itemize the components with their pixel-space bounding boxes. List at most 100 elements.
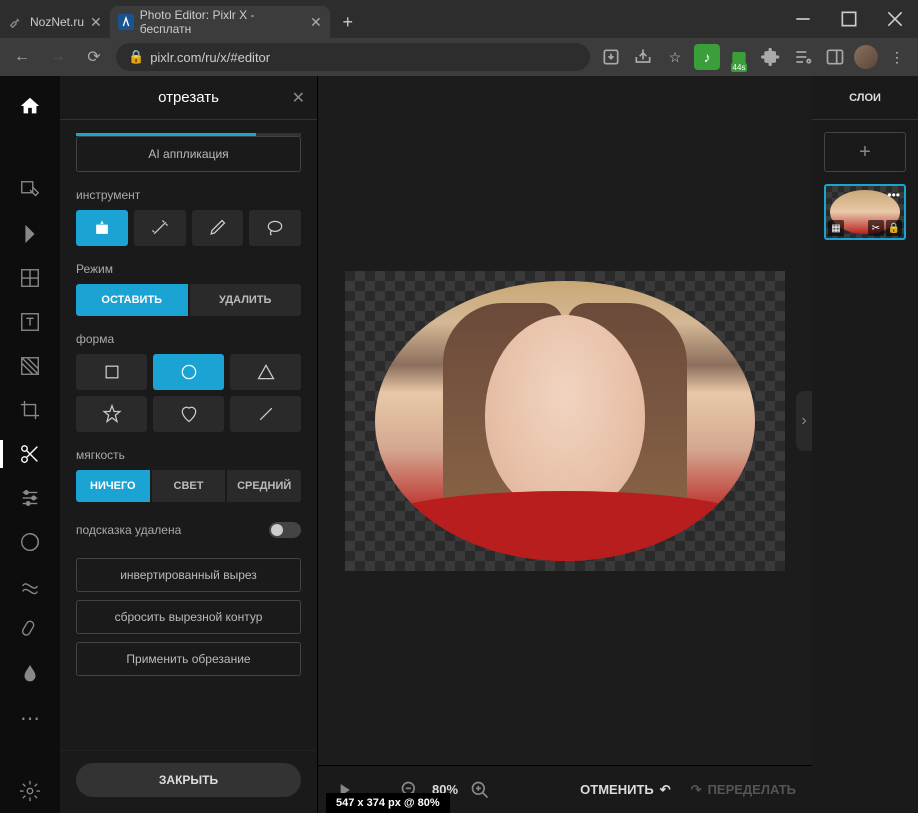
profile-avatar[interactable] xyxy=(854,45,878,69)
adjust-tool[interactable] xyxy=(0,476,60,520)
shape-heart-button[interactable] xyxy=(153,396,224,432)
invert-cut-button[interactable]: инвертированный вырез xyxy=(76,558,301,592)
mode-label: Режим xyxy=(76,262,301,276)
panel-icon[interactable] xyxy=(822,44,848,70)
canvas-viewport[interactable]: › xyxy=(318,76,812,765)
url-text: pixlr.com/ru/x/#editor xyxy=(150,50,270,65)
browser-tabs: NozNet.ru ✕ Photo Editor: Pixlr X - бесп… xyxy=(0,0,780,38)
more-tool[interactable]: ⋯ xyxy=(0,696,60,740)
layout-tool[interactable] xyxy=(0,256,60,300)
layers-panel: СЛОИ + ••• ▦ ✂ 🔒 xyxy=(812,76,918,813)
softness-none-button[interactable]: НИЧЕГО xyxy=(76,470,150,502)
canvas-info: 547 x 374 px @ 80% xyxy=(326,793,450,813)
filter-tool[interactable] xyxy=(0,520,60,564)
shape-cutout-tool[interactable] xyxy=(76,210,128,246)
install-icon[interactable] xyxy=(598,44,624,70)
shape-triangle-button[interactable] xyxy=(230,354,301,390)
hint-toggle-row: подсказка удалена xyxy=(76,522,301,538)
scissors-icon: ✂ xyxy=(868,220,884,236)
redo-button[interactable]: ↷ ПЕРЕДЕЛАТЬ xyxy=(691,782,796,798)
back-button[interactable]: ← xyxy=(8,43,36,71)
close-icon[interactable]: ✕ xyxy=(90,14,102,31)
browser-titlebar: NozNet.ru ✕ Photo Editor: Pixlr X - бесп… xyxy=(0,0,918,38)
url-input[interactable]: 🔒 pixlr.com/ru/x/#editor xyxy=(116,43,590,71)
shape-label: форма xyxy=(76,332,301,346)
reload-button[interactable]: ⟳ xyxy=(80,43,108,71)
tab-noznet[interactable]: NozNet.ru ✕ xyxy=(0,6,110,38)
zoom-in-button[interactable] xyxy=(470,780,490,800)
lock-icon: 🔒 xyxy=(886,220,902,236)
image-icon: ▦ xyxy=(828,220,844,236)
add-layer-button[interactable]: + xyxy=(824,132,906,172)
panel-title: отрезать xyxy=(158,89,219,106)
lasso-cutout-tool[interactable] xyxy=(249,210,301,246)
crop-tool[interactable] xyxy=(0,388,60,432)
tab-label: NozNet.ru xyxy=(30,15,84,29)
tab-pixlr[interactable]: Photo Editor: Pixlr X - бесплатн ✕ xyxy=(110,6,330,38)
forward-button[interactable]: → xyxy=(44,43,72,71)
softness-medium-button[interactable]: СРЕДНИЙ xyxy=(227,470,301,502)
tool-rail: ⋯ xyxy=(0,76,60,813)
brush-cutout-tool[interactable] xyxy=(192,210,244,246)
shape-square-button[interactable] xyxy=(76,354,147,390)
arrange-tool[interactable] xyxy=(0,168,60,212)
instrument-label: инструмент xyxy=(76,188,301,202)
playlist-icon[interactable] xyxy=(790,44,816,70)
hint-removed-label: подсказка удалена xyxy=(76,523,181,537)
softness-label: мягкость xyxy=(76,448,301,462)
ai-application-button[interactable]: AI аппликация xyxy=(76,136,301,172)
panel-body: AI аппликация инструмент Режим ОСТАВИТЬ … xyxy=(60,120,317,750)
mode-keep-button[interactable]: ОСТАВИТЬ xyxy=(76,284,188,316)
extension-icons: ☆ ♪ 44s ⋮ xyxy=(598,44,910,70)
close-panel-button[interactable]: ЗАКРЫТЬ xyxy=(76,763,301,797)
panel-header: отрезать ✕ xyxy=(60,76,317,120)
text-tool[interactable] xyxy=(0,300,60,344)
shape-line-button[interactable] xyxy=(230,396,301,432)
settings-button[interactable] xyxy=(0,769,60,813)
close-icon[interactable]: ✕ xyxy=(310,14,322,31)
extensions-icon[interactable] xyxy=(758,44,784,70)
magic-wand-tool[interactable] xyxy=(134,210,186,246)
panel-close-button[interactable]: ✕ xyxy=(292,88,305,108)
hint-toggle[interactable] xyxy=(269,522,301,538)
layers-title: СЛОИ xyxy=(812,76,918,120)
maximize-button[interactable] xyxy=(826,3,872,35)
wrench-icon xyxy=(8,14,24,30)
lock-icon: 🔒 xyxy=(128,49,144,65)
photo-oval xyxy=(375,281,755,561)
layer-thumbnail[interactable]: ••• ▦ ✂ 🔒 xyxy=(824,184,906,240)
share-icon[interactable] xyxy=(630,44,656,70)
home-button[interactable] xyxy=(0,84,60,128)
menu-icon[interactable]: ⋮ xyxy=(884,44,910,70)
shape-star-button[interactable] xyxy=(76,396,147,432)
mode-remove-button[interactable]: УДАЛИТЬ xyxy=(190,284,302,316)
fill-tool[interactable] xyxy=(0,344,60,388)
new-tab-button[interactable]: + xyxy=(334,8,362,36)
star-icon[interactable]: ☆ xyxy=(662,44,688,70)
close-window-button[interactable] xyxy=(872,3,918,35)
liquify-tool[interactable] xyxy=(0,564,60,608)
softness-light-button[interactable]: СВЕТ xyxy=(152,470,226,502)
window-controls xyxy=(780,3,918,35)
canvas[interactable] xyxy=(345,271,785,571)
settings-panel: отрезать ✕ AI аппликация инструмент Режи… xyxy=(60,76,318,813)
pixlr-app: ⋯ отрезать ✕ AI аппликация инструмент Ре… xyxy=(0,76,918,813)
music-ext-icon[interactable]: ♪ xyxy=(694,44,720,70)
cutout-tool[interactable] xyxy=(0,432,60,476)
apply-crop-button[interactable]: Применить обрезание xyxy=(76,642,301,676)
tab-label: Photo Editor: Pixlr X - бесплатн xyxy=(140,8,304,36)
draw-tool[interactable] xyxy=(0,652,60,696)
minimize-button[interactable] xyxy=(780,3,826,35)
expand-handle[interactable]: › xyxy=(796,391,812,451)
ai-tool[interactable] xyxy=(0,212,60,256)
redo-icon: ↷ xyxy=(691,782,702,798)
reset-contour-button[interactable]: сбросить вырезной контур xyxy=(76,600,301,634)
shape-circle-button[interactable] xyxy=(153,354,224,390)
retouch-tool[interactable] xyxy=(0,608,60,652)
panel-footer: ЗАКРЫТЬ xyxy=(60,750,317,813)
timer-ext-icon[interactable]: 44s xyxy=(726,44,752,70)
canvas-area: › 547 x 374 px @ 80% 80% ОТМЕНИТЬ ↶ ↷ ПЕ… xyxy=(318,76,812,813)
undo-button[interactable]: ОТМЕНИТЬ ↶ xyxy=(580,782,670,798)
pixlr-icon xyxy=(118,14,134,30)
layer-menu-icon[interactable]: ••• xyxy=(887,188,900,202)
